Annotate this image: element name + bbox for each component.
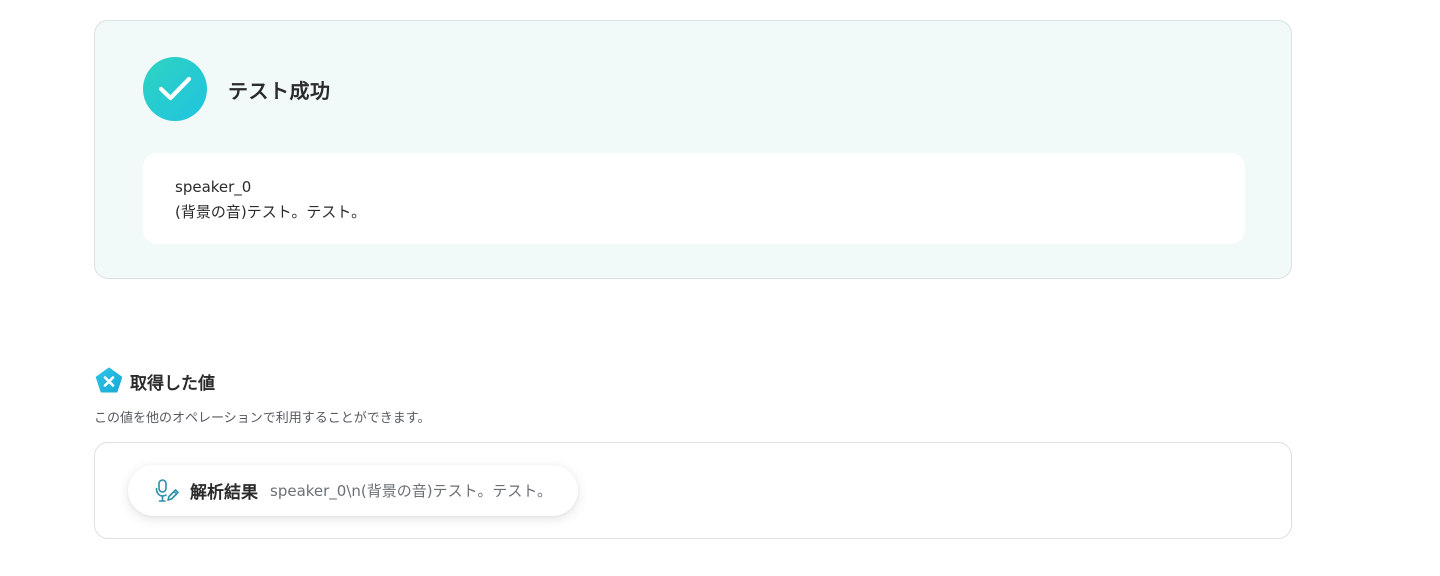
acquired-values-description: この値を他のオペレーションで利用することができます。	[94, 411, 431, 426]
test-result-box: speaker_0 (背景の音)テスト。テスト。	[143, 153, 1245, 244]
variable-badge-icon	[95, 367, 123, 393]
value-chip-label: 解析結果	[190, 483, 258, 503]
success-title: テスト成功	[228, 78, 331, 103]
value-chip-value: speaker_0\n(背景の音)テスト。テスト。	[270, 482, 553, 500]
test-success-panel: テスト成功 speaker_0 (背景の音)テスト。テスト。	[94, 20, 1292, 279]
acquired-values-header: 取得した値	[94, 366, 215, 396]
acquired-values-title: 取得した値	[130, 373, 215, 394]
acquired-values-panel: 解析結果 speaker_0\n(背景の音)テスト。テスト。	[94, 442, 1292, 539]
value-chip-analysis-result[interactable]: 解析結果 speaker_0\n(背景の音)テスト。テスト。	[128, 465, 579, 516]
result-line: (背景の音)テスト。テスト。	[175, 203, 367, 221]
success-header: テスト成功	[143, 57, 331, 121]
result-line: speaker_0	[175, 178, 252, 196]
page: テスト成功 speaker_0 (背景の音)テスト。テスト。 取得した値 この値…	[0, 0, 1440, 576]
check-icon	[143, 57, 207, 121]
microphone-pen-icon	[155, 478, 179, 502]
